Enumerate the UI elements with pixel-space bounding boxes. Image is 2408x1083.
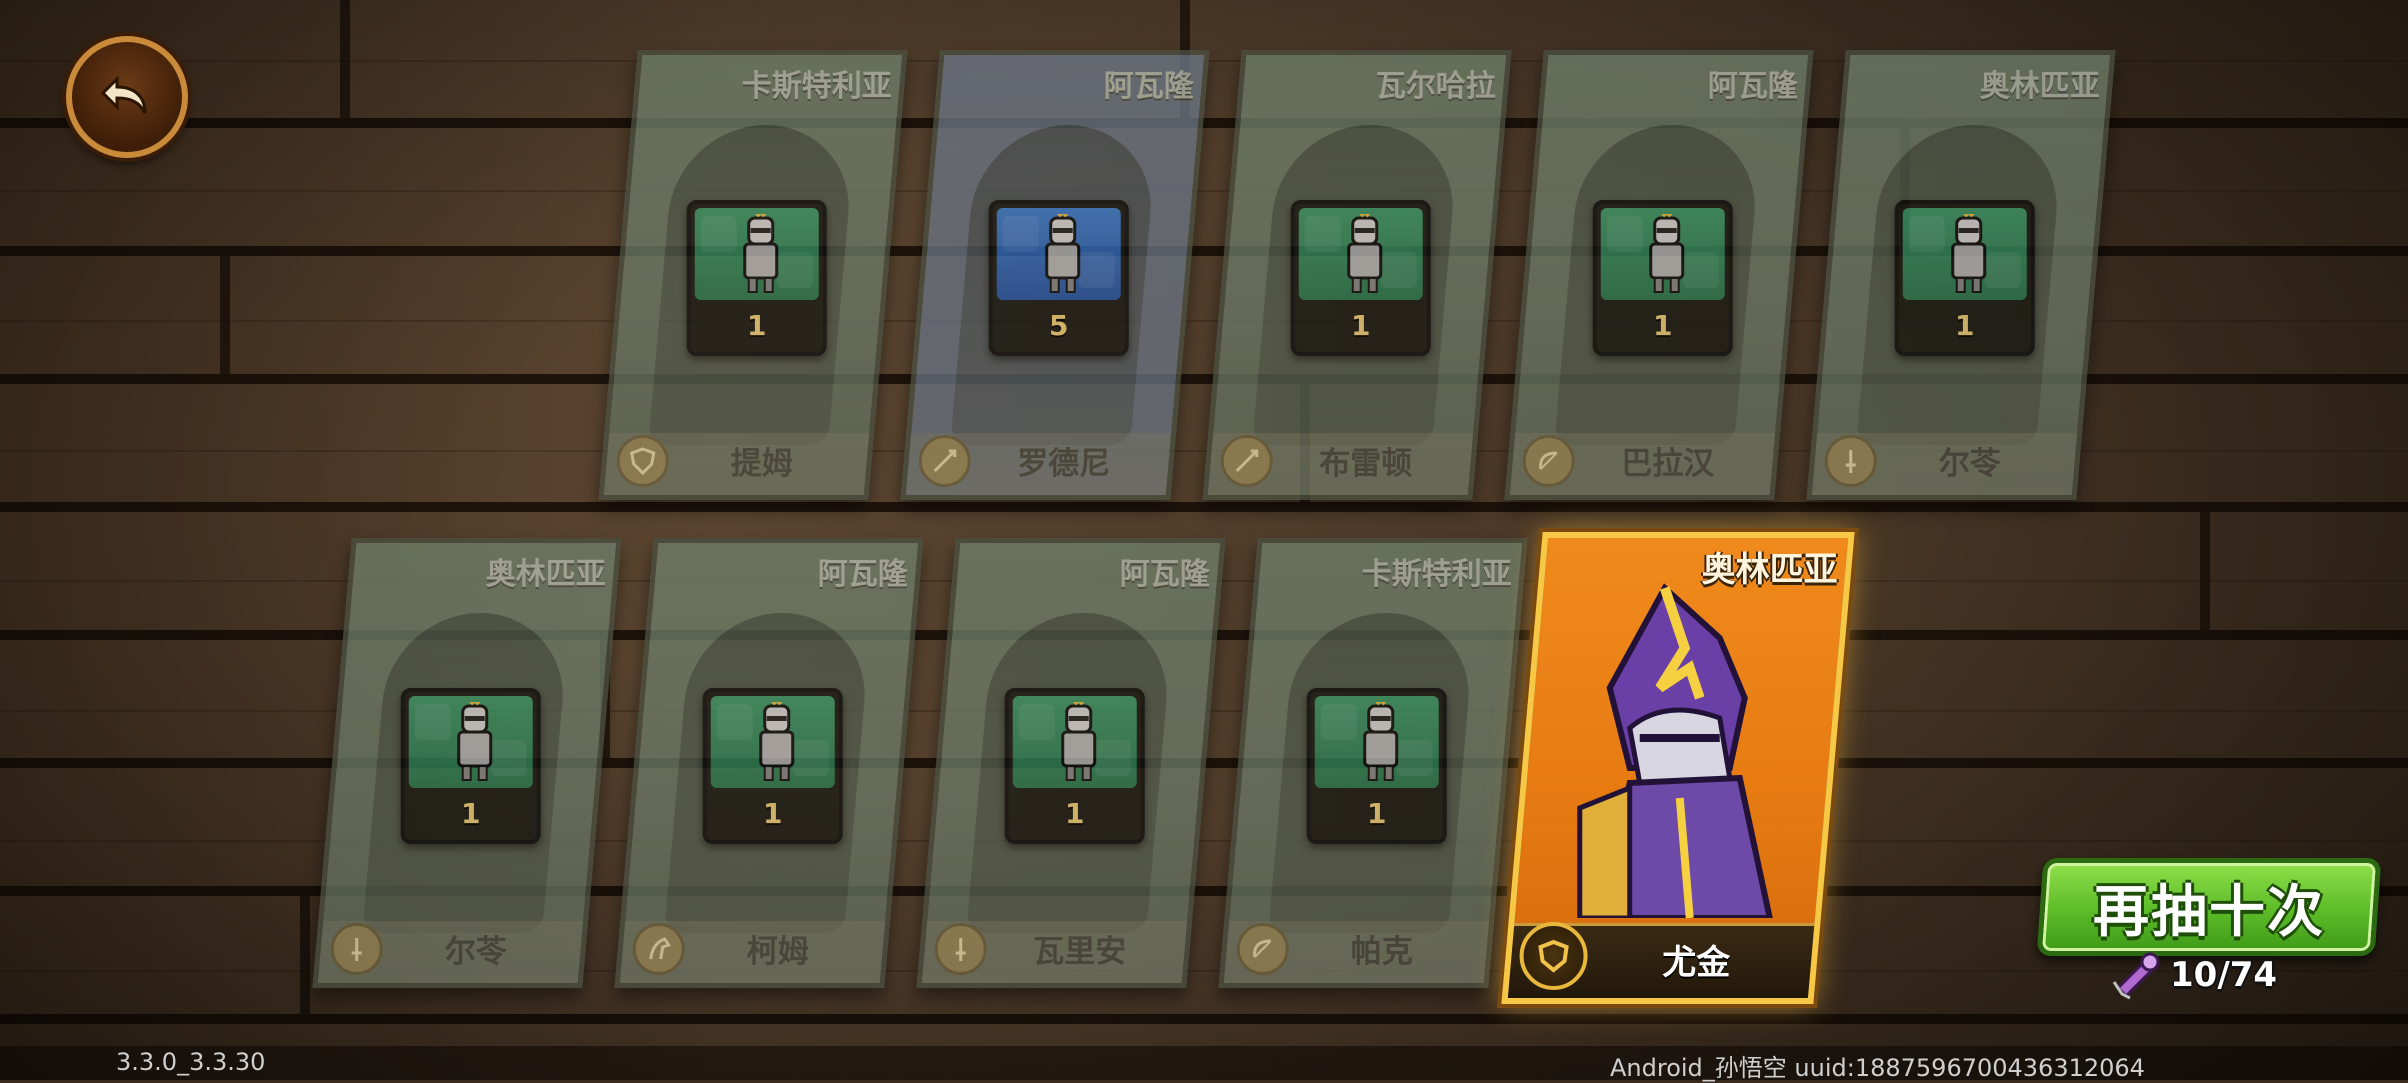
spear-icon	[918, 435, 971, 487]
hero-name: 巴拉汉	[1621, 446, 1715, 482]
shard-count: 1	[1652, 309, 1673, 342]
hero-figure-icon	[1951, 214, 1987, 293]
faction-label: 阿瓦隆	[817, 557, 908, 592]
hero-figure-icon	[743, 214, 779, 293]
sword-icon	[1824, 435, 1877, 487]
hero-shard: 5	[988, 200, 1129, 356]
shard-portrait	[1600, 208, 1725, 300]
hero-name: 布雷顿	[1319, 446, 1413, 482]
faction-label: 瓦尔哈拉	[1375, 69, 1496, 104]
shard-portrait	[408, 696, 533, 788]
featured-hero-card[interactable]: 奥林匹亚 尤金	[1501, 532, 1855, 1004]
shard-count: 5	[1048, 309, 1069, 342]
hero-figure-icon	[1045, 214, 1081, 293]
user-id-label: Android_孙悟空 uuid:1887596700436312064	[1610, 1054, 2145, 1082]
shard-count: 1	[1366, 797, 1387, 830]
featured-name-bar: 尤金	[1507, 922, 1815, 998]
hero-shard: 1	[702, 688, 843, 844]
shard-portrait	[996, 208, 1121, 300]
cost-text: 10/74	[2170, 955, 2278, 995]
hero-name: 罗德尼	[1017, 446, 1111, 482]
horse-icon	[632, 923, 685, 975]
hero-name: 柯姆	[746, 934, 809, 970]
shard-count: 1	[1954, 309, 1975, 342]
redraw-label: 再抽十次	[2093, 879, 2325, 945]
name-bar: 罗德尼	[905, 433, 1172, 495]
hero-shard: 1	[400, 688, 541, 844]
scroll-icon	[2112, 952, 2160, 1000]
hero-figure-icon	[759, 702, 795, 781]
bow-icon	[1236, 923, 1289, 975]
hero-card[interactable]: 奥林匹亚 1 尔苓	[1806, 50, 2116, 500]
name-bar: 帕克	[1223, 921, 1490, 983]
redraw-ten-button[interactable]: 再抽十次	[2036, 858, 2382, 956]
featured-hero-name: 尤金	[1662, 943, 1731, 983]
shard-portrait	[1902, 208, 2027, 300]
faction-label: 奥林匹亚	[1979, 69, 2100, 104]
hero-shard: 1	[1290, 200, 1431, 356]
name-bar: 尔苓	[1811, 433, 2078, 495]
faction-label: 卡斯特利亚	[1361, 557, 1512, 592]
bow-icon	[1522, 435, 1575, 487]
shard-portrait	[1298, 208, 1423, 300]
shard-portrait	[710, 696, 835, 788]
hero-card[interactable]: 阿瓦隆 1 瓦里安	[916, 538, 1226, 988]
hero-name: 尔苓	[444, 934, 507, 970]
hero-card[interactable]: 卡斯特利亚 1 提姆	[598, 50, 908, 500]
draw-cost: 10/74	[2110, 950, 2277, 1000]
shard-portrait	[1012, 696, 1137, 788]
footer-bar: 3.3.0_3.3.30 Android_孙悟空 uuid:1887596700…	[0, 1046, 2408, 1082]
shard-count: 1	[460, 797, 481, 830]
hero-figure-icon	[457, 702, 493, 781]
hero-figure-icon	[1363, 702, 1399, 781]
shard-count: 1	[1350, 309, 1371, 342]
faction-label: 阿瓦隆	[1707, 69, 1798, 104]
hero-shard: 1	[1004, 688, 1145, 844]
undo-arrow-icon	[100, 75, 147, 114]
hero-card[interactable]: 卡斯特利亚 1 帕克	[1218, 538, 1528, 988]
name-bar: 柯姆	[619, 921, 886, 983]
name-bar: 瓦里安	[921, 921, 1188, 983]
shard-count: 1	[762, 797, 783, 830]
sword-icon	[330, 923, 383, 975]
name-bar: 巴拉汉	[1509, 433, 1776, 495]
spear-icon	[1220, 435, 1273, 487]
sword-icon	[934, 923, 987, 975]
back-button[interactable]	[66, 36, 188, 158]
hero-card[interactable]: 阿瓦隆 1 柯姆	[614, 538, 924, 988]
shard-portrait	[694, 208, 819, 300]
hero-portrait	[1577, 583, 1774, 918]
faction-label: 阿瓦隆	[1119, 557, 1210, 592]
hero-shard: 1	[1592, 200, 1733, 356]
shard-count: 1	[1064, 797, 1085, 830]
hero-card[interactable]: 瓦尔哈拉 1 布雷顿	[1202, 50, 1512, 500]
shard-portrait	[1314, 696, 1439, 788]
hero-name: 瓦里安	[1033, 934, 1127, 970]
name-bar: 尔苓	[317, 921, 584, 983]
shield-icon	[1519, 922, 1588, 990]
hero-name: 提姆	[730, 446, 793, 482]
shield-icon	[616, 435, 669, 487]
version-label: 3.3.0_3.3.30	[116, 1048, 266, 1076]
name-bar: 布雷顿	[1207, 433, 1474, 495]
hero-figure-icon	[1061, 702, 1097, 781]
hero-name: 尔苓	[1938, 446, 2001, 482]
name-bar: 提姆	[603, 433, 870, 495]
faction-label: 卡斯特利亚	[741, 69, 892, 104]
hero-card[interactable]: 奥林匹亚 1 尔苓	[312, 538, 622, 988]
hero-shard: 1	[1894, 200, 2035, 356]
shard-count: 1	[746, 309, 767, 342]
hero-shard: 1	[686, 200, 827, 356]
hero-card[interactable]: 阿瓦隆 5 罗德尼	[900, 50, 1210, 500]
faction-label: 阿瓦隆	[1103, 69, 1194, 104]
hero-figure-icon	[1649, 214, 1685, 293]
hero-name: 帕克	[1350, 934, 1413, 970]
hero-card[interactable]: 阿瓦隆 1 巴拉汉	[1504, 50, 1814, 500]
hero-figure-icon	[1347, 214, 1383, 293]
faction-label: 奥林匹亚	[485, 557, 606, 592]
hero-shard: 1	[1306, 688, 1447, 844]
